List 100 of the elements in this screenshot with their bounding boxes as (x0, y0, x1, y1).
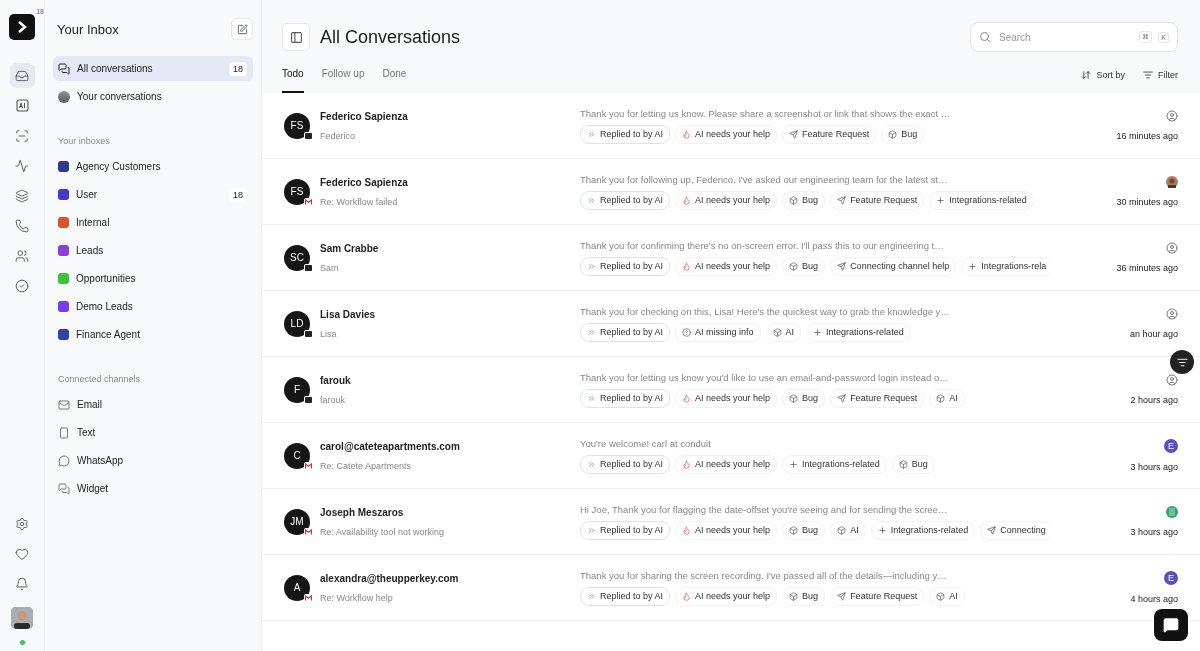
tag: Bug (782, 586, 826, 606)
tag: Bug (782, 388, 826, 408)
avatar: SC (284, 244, 310, 271)
mail-icon (58, 398, 70, 411)
sort-icon (1081, 69, 1092, 80)
assignee-avatar: E (1164, 439, 1178, 453)
filter-button[interactable]: Filter (1143, 69, 1178, 92)
assignee-avatar: E (1164, 571, 1178, 585)
tag: Connecting channel help (830, 256, 957, 276)
filter-icon (1176, 356, 1188, 368)
chat-bubbles-icon (58, 62, 70, 75)
sidebar-item[interactable]: Agency Customers (53, 154, 253, 179)
flame-icon (682, 195, 692, 205)
tag: Feature Request (782, 124, 877, 144)
nav-button[interactable] (9, 63, 35, 88)
send-icon (987, 525, 997, 535)
conversation-subject: Sam (320, 262, 340, 273)
arrow-icon (837, 591, 847, 601)
arrow-icon (837, 393, 847, 403)
avatar: LD (284, 310, 310, 337)
message-preview: Thank you for following up, Federico. I've asked our engineering team for the latest st… (580, 173, 949, 185)
avatar: JM (284, 508, 310, 535)
heart-icon (15, 546, 29, 561)
sidebar-item[interactable]: Email (53, 392, 253, 417)
scan-icon (15, 128, 29, 143)
sidebar-title: Your Inbox (57, 21, 119, 37)
tag: AI needs your help (675, 454, 778, 474)
tag: Feature Request (830, 388, 925, 408)
tag: Feature Request (830, 586, 925, 606)
contact-name: carol@cateteapartments.com (320, 440, 460, 452)
conversation-row[interactable]: FS Federico Sapienza Federico Thank you for letting us know. Please share a screenshot or link that shows the exact … Replied to by AI AI needs your help Feature Request Bug 16 minutes ago (262, 93, 1200, 159)
panel-icon (289, 30, 303, 44)
tab[interactable]: Follow up (321, 68, 365, 93)
message-preview: Thank you for letting us know. Please share a screenshot or link that shows the exact … (580, 107, 952, 119)
tag: AI needs your help (675, 520, 778, 540)
compose-button[interactable] (231, 18, 253, 40)
flame-icon (682, 591, 692, 601)
sidebar-item[interactable]: Text (53, 420, 253, 445)
search-input[interactable]: Search (997, 30, 1134, 44)
plus-icon (813, 327, 823, 337)
tag: Bug (782, 190, 826, 210)
conversation-row[interactable]: C carol@cateteapartments.com Re: Catete Apartments You're welcome! carl at conduit Replied to by AI AI needs your help Integrations-related Bug E 3 hours ago (262, 423, 1200, 489)
contact-name: Lisa Davies (320, 308, 376, 320)
contact-name: farouk (320, 374, 351, 386)
sidebar-item[interactable]: Demo Leads (53, 294, 253, 319)
chevrons-icon (587, 261, 596, 271)
tag: Replied to by AI (580, 322, 671, 342)
sidebar-item[interactable]: Leads (53, 238, 253, 263)
chevrons-icon (587, 591, 596, 601)
flame-icon (682, 261, 692, 271)
plus-icon (968, 261, 978, 271)
tag: AI missing info (675, 322, 761, 342)
user-icon (1166, 110, 1178, 122)
tab[interactable]: Todo (282, 68, 304, 93)
chevrons-icon (587, 393, 596, 403)
sidebar-toggle-button[interactable] (282, 23, 310, 51)
search-icon (979, 31, 991, 43)
tag: Integrations-related (870, 520, 976, 540)
sidebar-item[interactable]: User 18 (53, 182, 253, 207)
tag: Replied to by AI (580, 454, 671, 474)
sidebar-item[interactable]: All conversations 18 (53, 56, 253, 81)
app-logo[interactable] (9, 14, 35, 40)
sidebar-item[interactable]: WhatsApp (53, 448, 253, 473)
layers-icon (15, 188, 29, 203)
message-preview: Thank you for sharing the screen recording. I've passed all of the details—including y… (580, 569, 948, 581)
bell-icon (15, 576, 29, 591)
sort-button[interactable]: Sort by (1081, 69, 1125, 92)
count-badge: 18 (229, 61, 247, 76)
tag: Bug (881, 124, 925, 144)
chat-bubbles-icon (58, 482, 70, 495)
settings-icon (15, 516, 29, 531)
tag: AI (830, 520, 866, 540)
check-circle-icon (15, 278, 29, 293)
contact-name: Federico Sapienza (320, 176, 408, 188)
flame-icon (682, 393, 692, 403)
sidebar-item[interactable]: Your conversations (53, 84, 253, 109)
tag: Integrations-related (806, 322, 911, 342)
tab[interactable]: Done (382, 68, 407, 93)
message-preview: You're welcome! carl at conduit (580, 437, 712, 449)
compose-icon (236, 23, 248, 35)
conversation-row[interactable]: LD Lisa Davies Lisa Thank you for checking on this, Lisa! Here's the quickest way to grab the knowledge y… Replied to by AI AI missing info AI Integrations-related an hour ago (262, 291, 1200, 357)
tag: AI needs your help (675, 190, 778, 210)
tag: Bug (782, 520, 826, 540)
panel-button[interactable] (1170, 350, 1194, 374)
sidebar-item[interactable]: Internal (53, 210, 253, 235)
conversation-subject: Lisa (320, 328, 338, 339)
timestamp: 30 minutes ago (1116, 197, 1178, 207)
sidebar-item[interactable]: Widget (53, 476, 253, 501)
section-heading: Your inboxes (58, 136, 111, 146)
message-preview: Thank you for confirming there's no on-screen error. I'll pass this to our engineering t… (580, 239, 945, 251)
sidebar-item[interactable]: Finance Agent (53, 322, 253, 347)
chat-button[interactable] (1154, 609, 1188, 641)
tag: Bug (782, 256, 826, 276)
conversation-subject: Re: Catete Apartments (320, 460, 413, 471)
users-icon (15, 248, 29, 263)
tag: AI (765, 322, 802, 342)
conversation-subject: Re: Availability tool not working (320, 526, 444, 537)
sidebar-item[interactable]: Opportunities (53, 266, 253, 291)
avatar: F (284, 376, 310, 403)
avatar: FS (284, 112, 310, 139)
